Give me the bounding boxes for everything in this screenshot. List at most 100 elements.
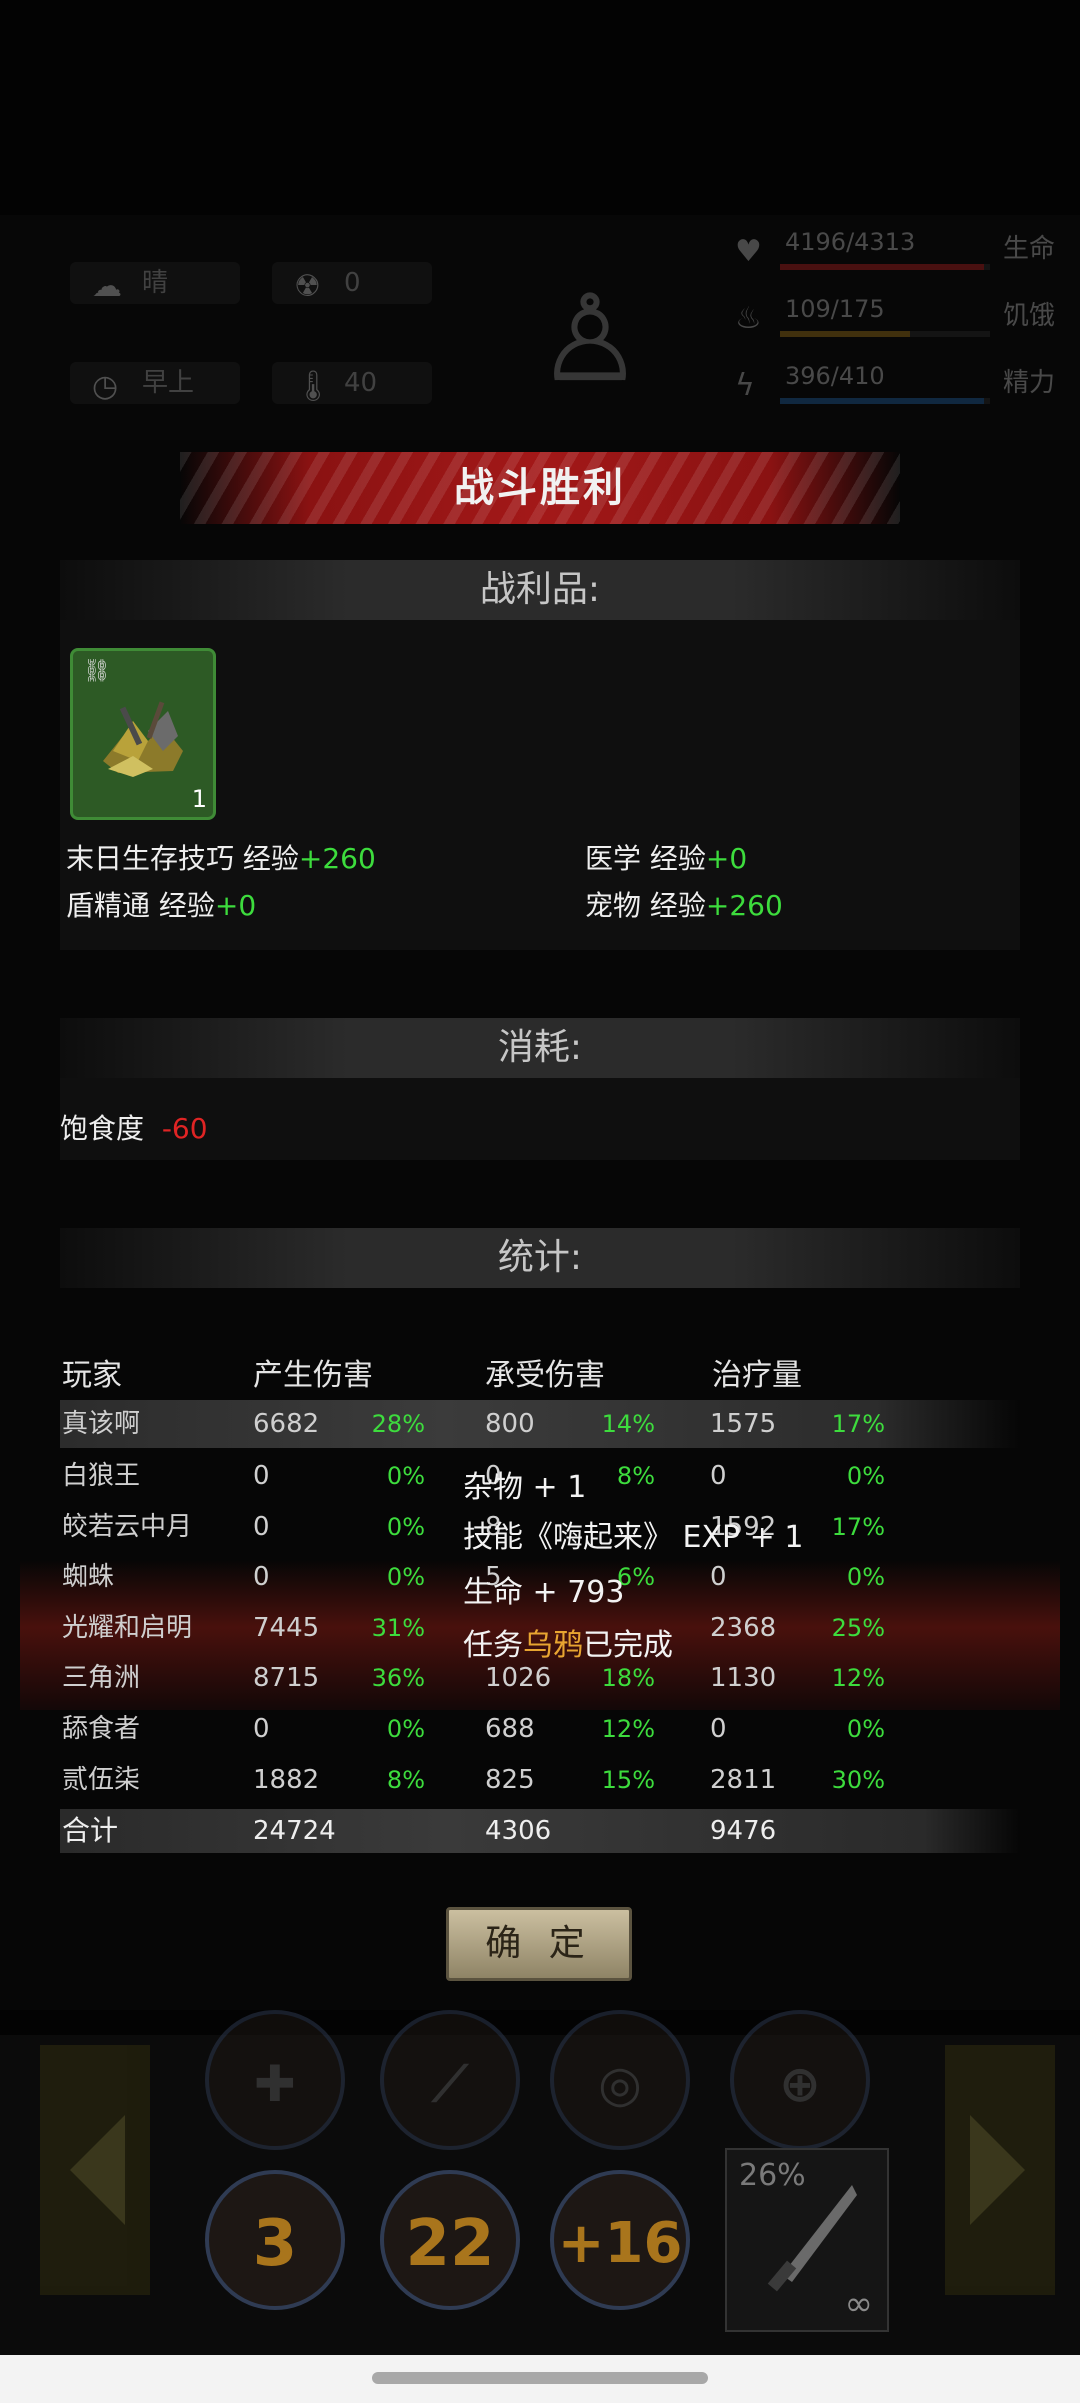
taken-percent: 8% [616, 1462, 655, 1490]
stats-row: 贰伍柒 1882 8% 825 15% 2811 30% [60, 1756, 1020, 1804]
chevron-right-icon [970, 2115, 1025, 2225]
player-name: 三角洲 [62, 1663, 141, 1693]
time-label: 早上 [142, 368, 195, 398]
col-player: 玩家 [62, 1358, 122, 1393]
loot-header: 战利品: [60, 560, 1020, 620]
skill-slot-1[interactable]: 3 [205, 2170, 345, 2310]
loot-item-count: 1 [191, 785, 207, 813]
hunger-bar-fill [780, 331, 911, 337]
total-row: 合计 24724 4306 9476 [60, 1809, 1020, 1853]
stats-row: 真该啊 6682 28% 800 14% 1575 17% [60, 1400, 1020, 1448]
damage-value: 6682 [253, 1409, 320, 1439]
junk-pile-icon [103, 701, 183, 777]
heal-percent: 17% [831, 1410, 885, 1438]
damage-value: 0 [253, 1714, 270, 1744]
weather-box: ☁ 晴 [70, 262, 240, 304]
energy-value: 396/410 [785, 362, 885, 390]
consume-name: 饱食度 [60, 1112, 145, 1145]
exp-delta: +260 [298, 842, 376, 875]
heal-value: 1575 [710, 1409, 777, 1439]
dialog-title: 战斗胜利 [454, 465, 626, 511]
taken-percent: 15% [601, 1766, 655, 1794]
quest-prefix: 任务 [463, 1628, 523, 1663]
damage-percent: 0% [386, 1715, 425, 1743]
heal-percent: 0% [846, 1563, 885, 1591]
consume-header: 消耗: [60, 1018, 1020, 1078]
heal-value: 0 [710, 1714, 727, 1744]
total-damage: 24724 [253, 1816, 336, 1846]
skill-slot-top-4[interactable]: ⊕ [730, 2010, 870, 2150]
next-page-button[interactable] [945, 2045, 1055, 2295]
time-box: ◷ 早上 [70, 362, 240, 404]
weapon-slot[interactable]: 26% ∞ [725, 2148, 889, 2332]
prev-page-button[interactable] [40, 2045, 150, 2295]
player-name: 真该啊 [62, 1409, 141, 1439]
confirm-button[interactable]: 确 定 [446, 1907, 632, 1981]
skill-slot-3[interactable]: +16 [550, 2170, 690, 2310]
temperature-box: 🌡 40 [272, 362, 432, 404]
radiation-value: 0 [344, 268, 361, 298]
skill-slot-top-1[interactable]: ✚ [205, 2010, 345, 2150]
skill-slot-top-2[interactable]: ⟋ [380, 2010, 520, 2150]
taken-value: 800 [485, 1409, 535, 1439]
exp-name: 末日生存技巧 经验 [66, 842, 299, 875]
exp-delta: +0 [214, 889, 257, 922]
skill-slot-2[interactable]: 22 [380, 2170, 520, 2310]
heal-percent: 17% [831, 1513, 885, 1541]
home-indicator[interactable] [372, 2372, 708, 2384]
skill-claw-icon: ⟋ [432, 2055, 468, 2113]
damage-value: 0 [253, 1461, 270, 1491]
heal-percent: 0% [846, 1462, 885, 1490]
stat-hunger: ♨ 109/175 饥饿 [735, 295, 1055, 345]
heal-percent: 12% [831, 1664, 885, 1692]
radiation-box: ☢ 0 [272, 262, 432, 304]
health-bar-fill [780, 264, 984, 270]
hunger-label: 饥饿 [1002, 301, 1055, 331]
heal-value: 0 [710, 1562, 727, 1592]
health-bar [780, 264, 990, 270]
heal-percent: 25% [831, 1614, 885, 1642]
health-value: 4196/4313 [785, 228, 916, 256]
weapon-ammo: ∞ [844, 2284, 873, 2324]
consume-delta: -60 [161, 1112, 208, 1145]
stats-header: 统计: [60, 1228, 1020, 1288]
stats-row: 舔食者 0 0% 688 12% 0 0% [60, 1705, 1020, 1753]
exp-shield: 盾精通 经验+0 [66, 884, 256, 924]
exp-name: 盾精通 经验 [66, 889, 215, 922]
taken-value: 688 [485, 1714, 535, 1744]
action-bar [0, 2035, 1080, 2355]
damage-percent: 0% [386, 1513, 425, 1541]
exp-delta: +260 [705, 889, 783, 922]
stat-energy: ϟ 396/410 精力 [735, 362, 1055, 412]
player-name: 光耀和启明 [62, 1613, 193, 1643]
quest-name: 乌鸦 [523, 1628, 583, 1663]
knife-icon [767, 2185, 857, 2292]
heart-icon: ♥ [735, 234, 762, 269]
exp-delta: +0 [705, 842, 748, 875]
damage-percent: 31% [371, 1614, 425, 1642]
exp-name: 宠物 经验 [585, 889, 706, 922]
notification-skill-exp: 技能《嗨起来》 EXP + 1 [463, 1520, 804, 1555]
energy-bar [780, 398, 990, 404]
loot-item-slot[interactable]: ⛓ 1 [70, 648, 216, 820]
total-heal: 9476 [710, 1816, 777, 1846]
radiation-icon: ☢ [294, 269, 321, 304]
hunger-value: 109/175 [785, 295, 885, 323]
skill-swirl-icon: ◎ [598, 2055, 642, 2113]
chevron-left-icon [70, 2115, 125, 2225]
clock-icon: ◷ [92, 369, 119, 404]
weather-label: 晴 [142, 268, 169, 298]
skill-slot-top-3[interactable]: ◎ [550, 2010, 690, 2150]
cloud-sun-icon: ☁ [92, 269, 122, 304]
hunger-bar [780, 331, 990, 337]
player-name: 白狼王 [62, 1461, 141, 1491]
player-name: 舔食者 [62, 1714, 141, 1744]
skill-cooldown: 22 [405, 2207, 495, 2281]
notification-item: 杂物 + 1 [463, 1470, 587, 1505]
taken-percent: 14% [601, 1410, 655, 1438]
exp-medicine: 医学 经验+0 [585, 837, 747, 877]
taken-value: 825 [485, 1765, 535, 1795]
energy-bar-fill [780, 398, 984, 404]
body-status-icon[interactable]: ♙ [520, 255, 660, 425]
health-label: 生命 [1002, 234, 1055, 264]
